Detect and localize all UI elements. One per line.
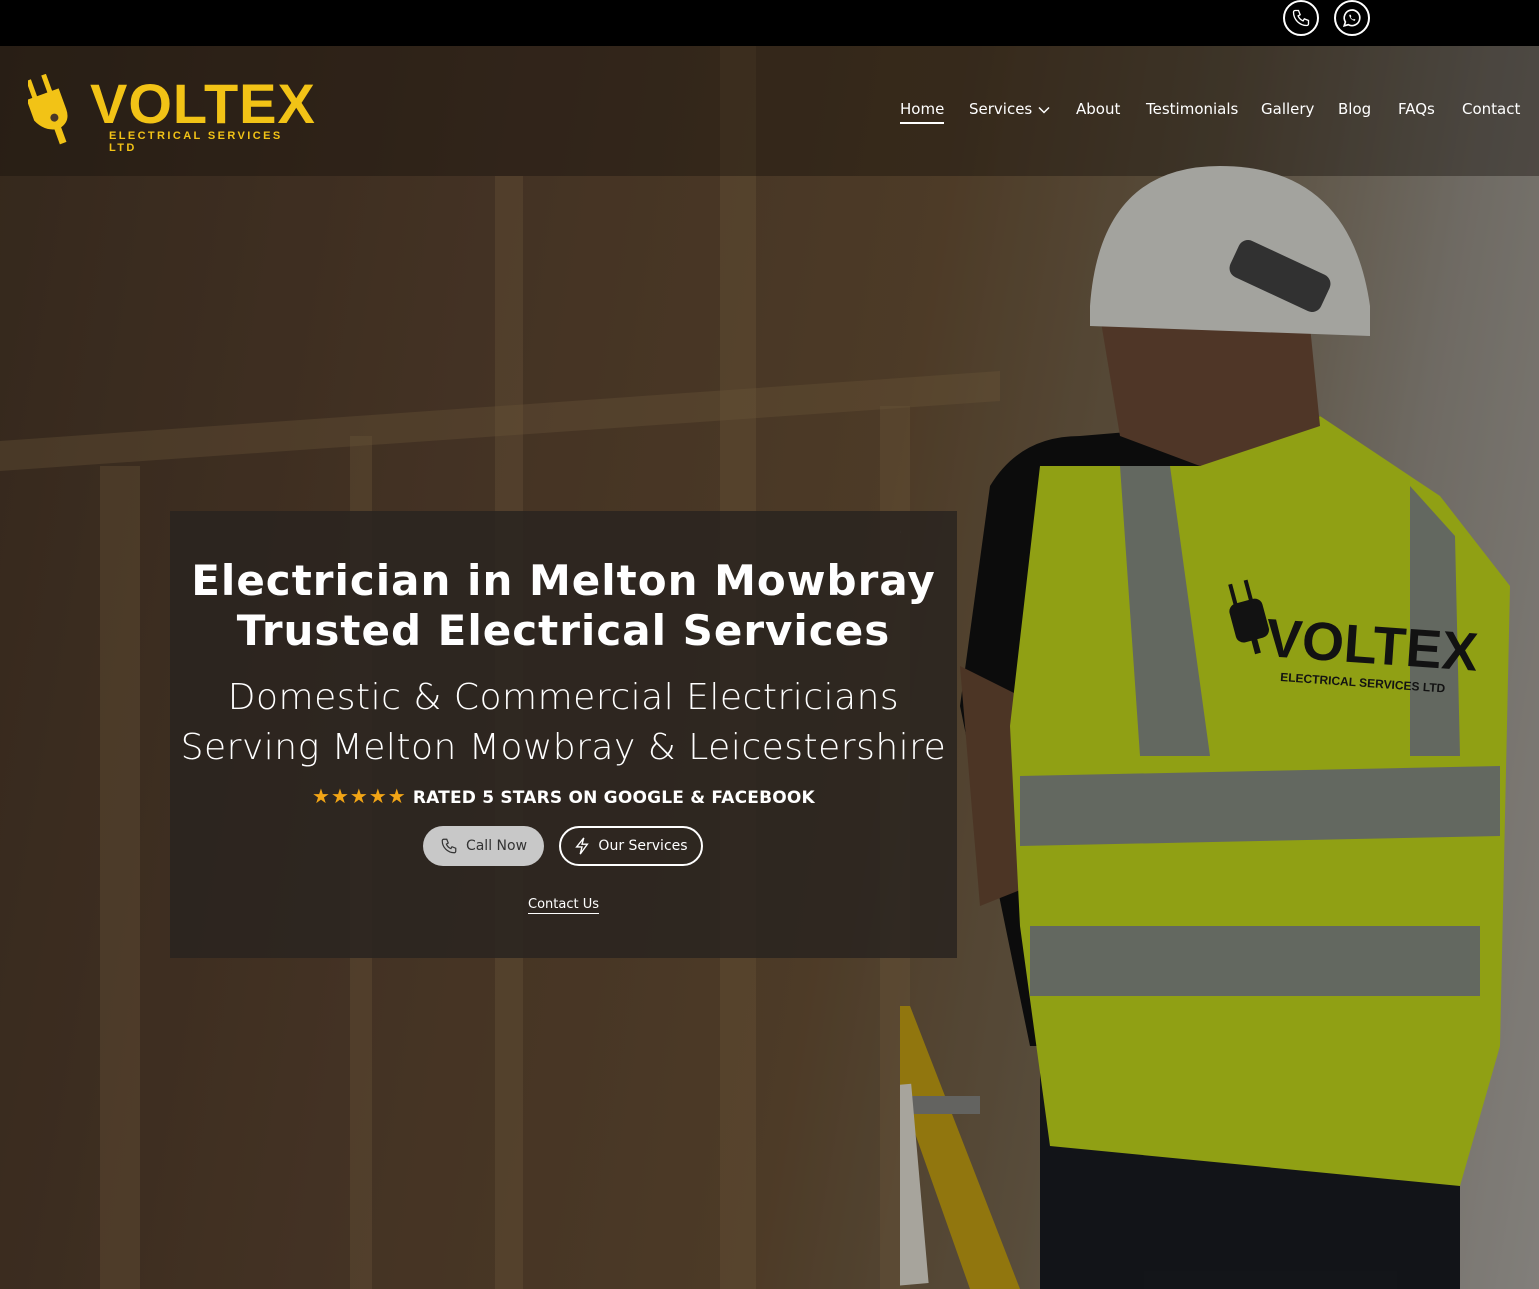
hero-title-line-2: Trusted Electrical Services — [236, 606, 891, 655]
star-rating-icons: ★★★★★ — [312, 784, 407, 808]
phone-icon — [441, 838, 457, 854]
call-now-button[interactable]: Call Now — [423, 826, 544, 866]
hero-title: Electrician in Melton Mowbray Trusted El… — [170, 556, 957, 656]
main-navigation: Home Services About Testimonials Gallery… — [0, 98, 1539, 128]
chevron-down-icon — [1038, 106, 1050, 114]
call-now-label: Call Now — [465, 838, 528, 854]
nav-blog[interactable]: Blog — [1338, 98, 1371, 120]
nav-services[interactable]: Services — [969, 98, 1050, 120]
nav-testimonials[interactable]: Testimonials — [1146, 98, 1238, 120]
nav-about[interactable]: About — [1076, 98, 1120, 120]
nav-faqs[interactable]: FAQs — [1398, 98, 1435, 120]
whatsapp-icon[interactable] — [1334, 0, 1370, 36]
top-bar — [0, 0, 1539, 46]
hero-title-line-1: Electrician in Melton Mowbray — [191, 556, 936, 605]
contact-us-link-wrapper: Contact Us — [170, 893, 957, 914]
nav-contact[interactable]: Contact — [1462, 98, 1520, 120]
contact-us-link[interactable]: Contact Us — [528, 897, 599, 914]
our-services-button[interactable]: Our Services — [559, 826, 703, 866]
logo-subtitle: ELECTRICAL SERVICES LTD — [109, 130, 283, 154]
hero-panel: Electrician in Melton Mowbray Trusted El… — [170, 511, 957, 958]
nav-gallery[interactable]: Gallery — [1261, 98, 1314, 120]
our-services-label: Our Services — [598, 838, 688, 854]
nav-home[interactable]: Home — [900, 98, 945, 124]
hero-subtitle: Domestic & Commercial Electricians Servi… — [170, 673, 957, 773]
hero-subtitle-line-2: Serving Melton Mowbray & Leicestershire — [180, 727, 947, 768]
lightning-bolt-icon — [575, 837, 590, 855]
phone-icon[interactable] — [1283, 0, 1319, 36]
rating-text: RATED 5 STARS ON GOOGLE & FACEBOOK — [412, 788, 815, 808]
hero-subtitle-line-1: Domestic & Commercial Electricians — [227, 677, 900, 718]
rating-badge: ★★★★★ RATED 5 STARS ON GOOGLE & FACEBOOK — [170, 784, 957, 808]
nav-services-label: Services — [969, 100, 1033, 118]
